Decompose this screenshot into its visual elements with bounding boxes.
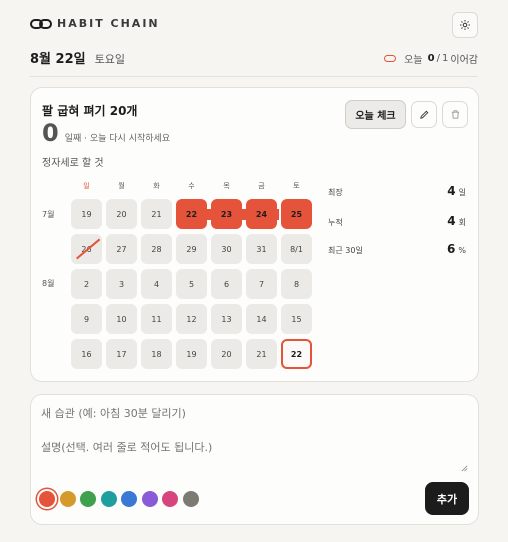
calendar-day[interactable]: 26 [71,234,102,264]
calendar-day[interactable]: 10 [106,304,137,334]
weekday-header: 금 [258,182,265,190]
calendar-day[interactable]: 2 [71,269,102,299]
calendar-day[interactable]: 17 [106,339,137,369]
calendar-day[interactable]: 19 [176,339,207,369]
calendar-day[interactable]: 22 [281,339,312,369]
gear-icon [460,20,470,30]
check-today-button[interactable]: 오늘 체크 [345,100,406,129]
color-swatch[interactable] [121,491,137,507]
streak-total: 1 [442,53,449,64]
stat-unit: % [458,246,466,255]
divider [30,76,478,77]
color-swatch[interactable] [182,491,199,507]
weekday-header: 토 [293,182,300,190]
weekday-header: 일 [83,182,90,190]
calendar-day[interactable]: 24 [246,199,277,229]
calendar-day[interactable]: 27 [106,234,137,264]
calendar-day[interactable]: 25 [281,199,312,229]
stat-label: 최장 [328,188,343,197]
weekday-header: 목 [223,182,230,190]
trash-icon [451,110,459,119]
habit-count-row: 0 일째 · 오늘 다시 시작하세요 [42,119,170,147]
calendar-day[interactable]: 23 [211,199,242,229]
chain-link-icon [30,19,52,31]
habit-description: 정자세로 할 것 [42,158,104,169]
calendar-day[interactable]: 22 [176,199,207,229]
stat-value: 4일 [447,184,466,198]
calendar-day[interactable]: 30 [211,234,242,264]
calendar-day[interactable]: 28 [141,234,172,264]
color-swatch[interactable] [80,491,96,507]
habit-streak-count: 0 [42,119,59,147]
new-habit-name-input[interactable] [41,407,469,420]
pencil-icon [419,110,428,119]
calendar-day[interactable]: 21 [141,199,172,229]
habit-title: 팔 굽혀 펴기 20개 [42,104,138,118]
month-label: 7월 [42,210,55,219]
habit-card: 팔 굽혀 펴기 20개 0 일째 · 오늘 다시 시작하세요 정자세로 할 것 … [30,87,479,382]
calendar-day[interactable]: 14 [246,304,277,334]
weekday-header: 월 [118,182,125,190]
calendar-day[interactable]: 21 [246,339,277,369]
calendar-day[interactable]: 15 [281,304,312,334]
stat-number: 4 [447,214,456,228]
calendar-day[interactable]: 9 [71,304,102,334]
calendar-day[interactable]: 4 [141,269,172,299]
settings-button[interactable] [452,12,478,38]
stat-label: 누적 [328,218,343,227]
chain-link-icon [384,55,397,62]
new-habit-form: 추가 [30,394,479,525]
new-habit-description-input[interactable] [41,439,469,473]
edit-button[interactable] [411,101,437,128]
calendar-day[interactable]: 20 [211,339,242,369]
weekday-header: 화 [153,182,160,190]
calendar-day[interactable]: 7 [246,269,277,299]
app-title: HABIT CHAIN [57,17,160,30]
color-swatch[interactable] [100,491,117,507]
calendar-day[interactable]: 8/1 [281,234,312,264]
stat-value: 6% [447,242,466,256]
calendar-day[interactable]: 19 [71,199,102,229]
streak-sep: / [436,53,441,64]
month-label: 8월 [42,279,55,288]
calendar-day[interactable]: 29 [176,234,207,264]
calendar-day[interactable]: 18 [141,339,172,369]
stat-value: 4회 [447,214,466,228]
date-bar: 8월 22일 토요일 오늘 0 / 1 이어감 [30,48,478,68]
delete-button[interactable] [442,101,468,128]
calendar-day[interactable]: 12 [176,304,207,334]
stat-number: 6 [447,242,456,256]
calendar-day[interactable]: 3 [106,269,137,299]
habit-streak-caption: 일째 · 오늘 다시 시작하세요 [64,134,171,144]
color-swatch[interactable] [39,491,55,507]
stat-unit: 회 [458,218,466,227]
calendar-day[interactable]: 8 [281,269,312,299]
stat-label: 최근 30일 [328,246,363,255]
current-date: 8월 22일 [30,52,86,67]
streak-prefix: 오늘 [404,55,423,66]
calendar-day[interactable]: 13 [211,304,242,334]
calendar-day[interactable]: 16 [71,339,102,369]
calendar-day[interactable]: 31 [246,234,277,264]
streak-done: 0 [427,53,435,64]
streak-summary: 오늘 0 / 1 이어감 [384,51,478,66]
streak-suffix: 이어감 [450,55,478,66]
stat-number: 4 [447,184,456,198]
color-swatch[interactable] [59,491,76,507]
stat-unit: 일 [458,188,466,197]
top-bar: HABIT CHAIN [30,12,478,40]
resize-handle-icon[interactable] [461,465,468,472]
current-weekday: 토요일 [94,53,126,66]
calendar-day[interactable]: 11 [141,304,172,334]
color-swatch[interactable] [141,491,158,507]
weekday-header: 수 [188,182,195,190]
calendar-day[interactable]: 20 [106,199,137,229]
calendar-day[interactable]: 6 [211,269,242,299]
calendar-day[interactable]: 5 [176,269,207,299]
add-habit-button[interactable]: 추가 [425,482,469,515]
color-swatch[interactable] [162,491,178,507]
